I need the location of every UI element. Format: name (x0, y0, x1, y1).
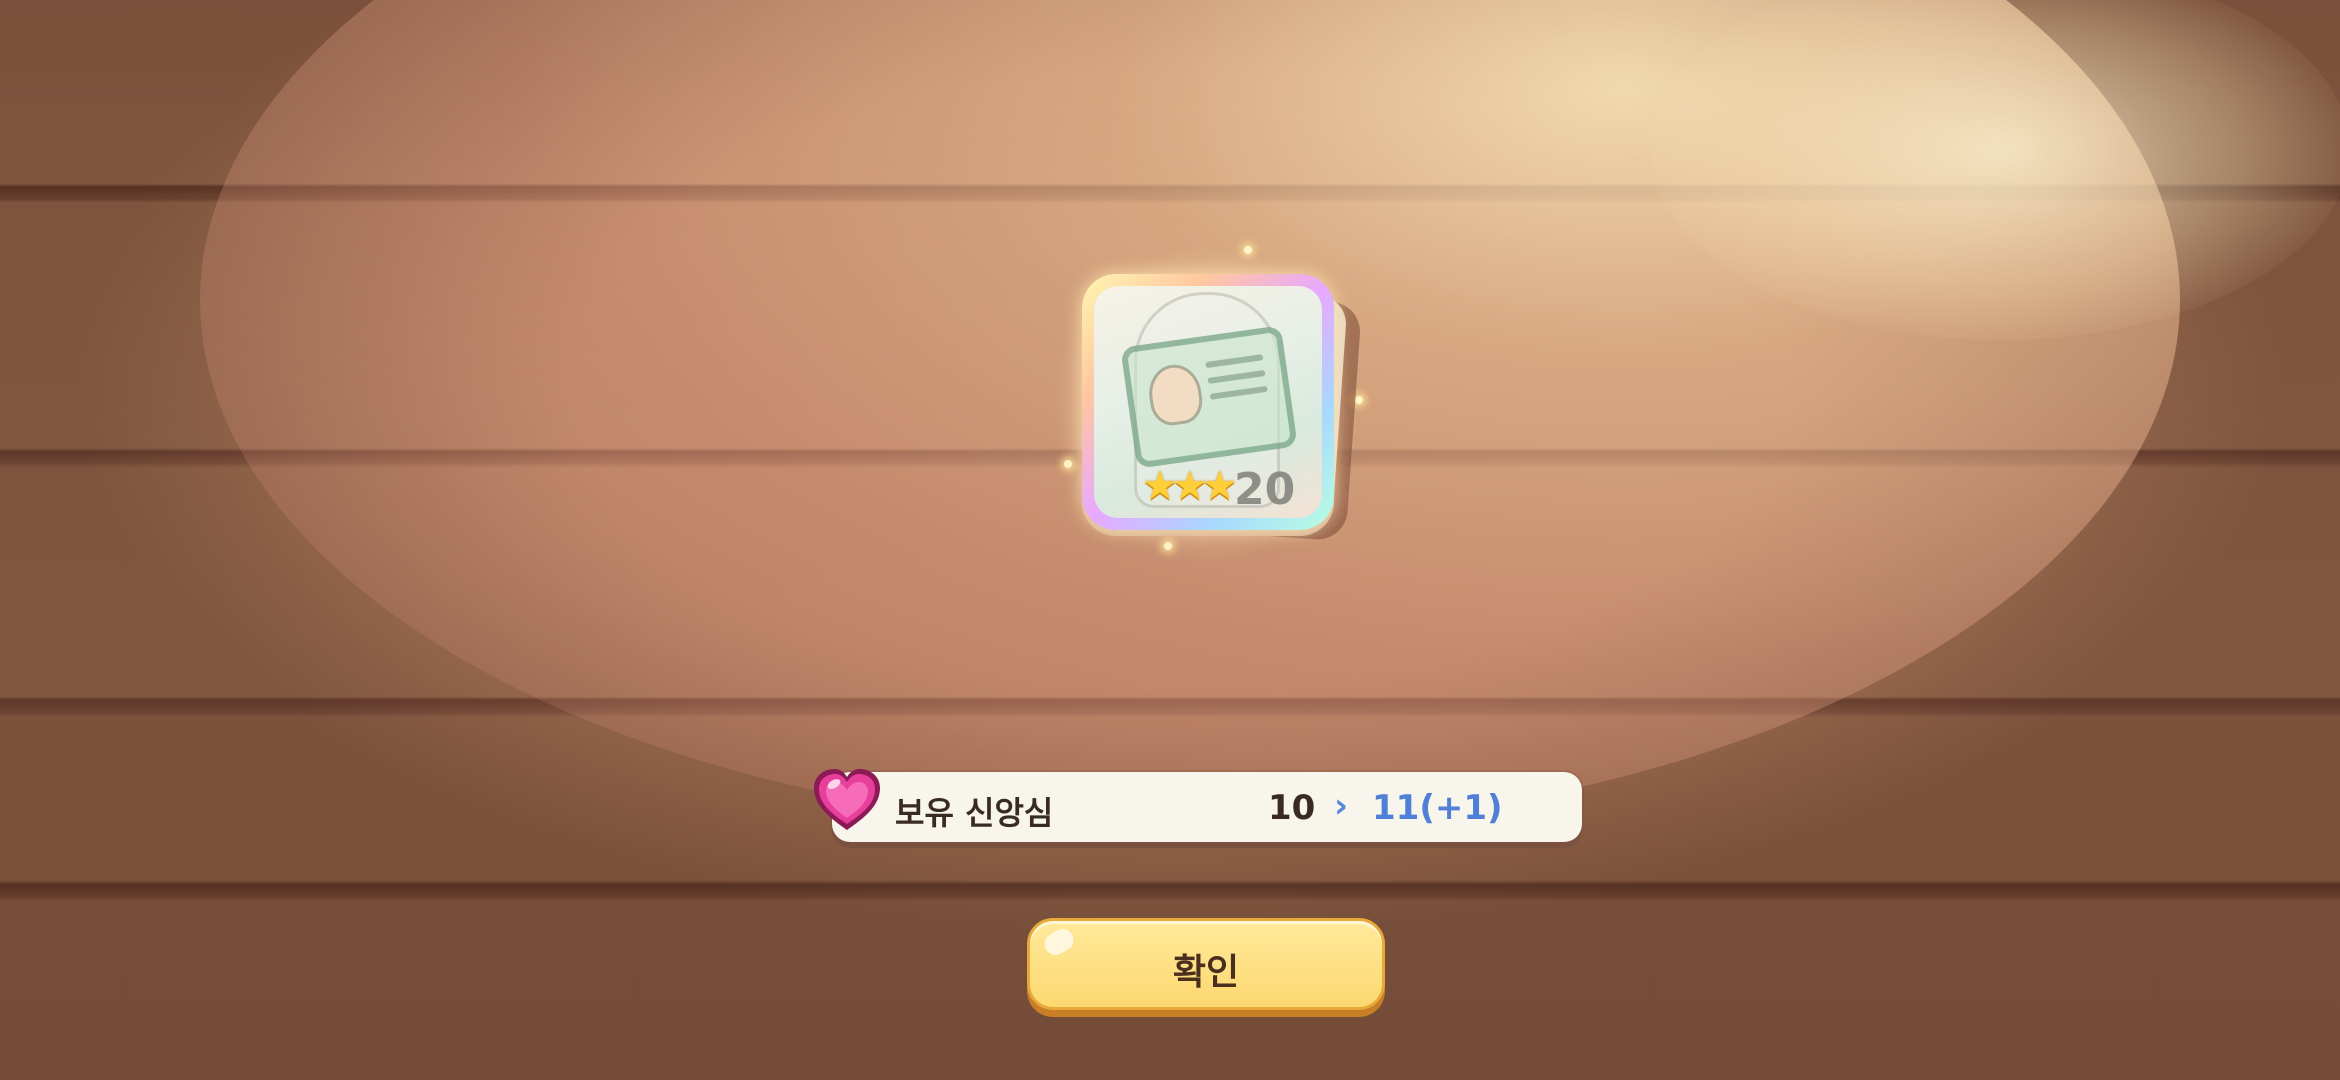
character-face (1145, 361, 1206, 428)
reward-screen: ★★★ 20 보유 신앙심 10 › 11(+1) 확인 (0, 0, 2340, 1080)
heart-gem-icon (814, 769, 880, 830)
id-card-image (1120, 325, 1298, 469)
confirm-button-label: 확인 (1172, 952, 1240, 993)
id-card-text-lines (1205, 354, 1269, 410)
increase-arrow-icon: › (1334, 786, 1349, 826)
faith-old-value: 10 (1268, 788, 1316, 828)
card-illustration: ★★★ 20 (1094, 286, 1322, 518)
faith-new-value: 11(+1) (1372, 788, 1503, 828)
faith-label: 보유 신앙심 (895, 794, 1054, 832)
star-rating: ★★★ (1142, 463, 1238, 509)
reward-card: ★★★ 20 (1052, 244, 1363, 564)
card-frame: ★★★ 20 (1082, 274, 1334, 530)
confirm-button[interactable]: 확인 (1027, 918, 1385, 1010)
card-level: 20 (1234, 464, 1296, 515)
